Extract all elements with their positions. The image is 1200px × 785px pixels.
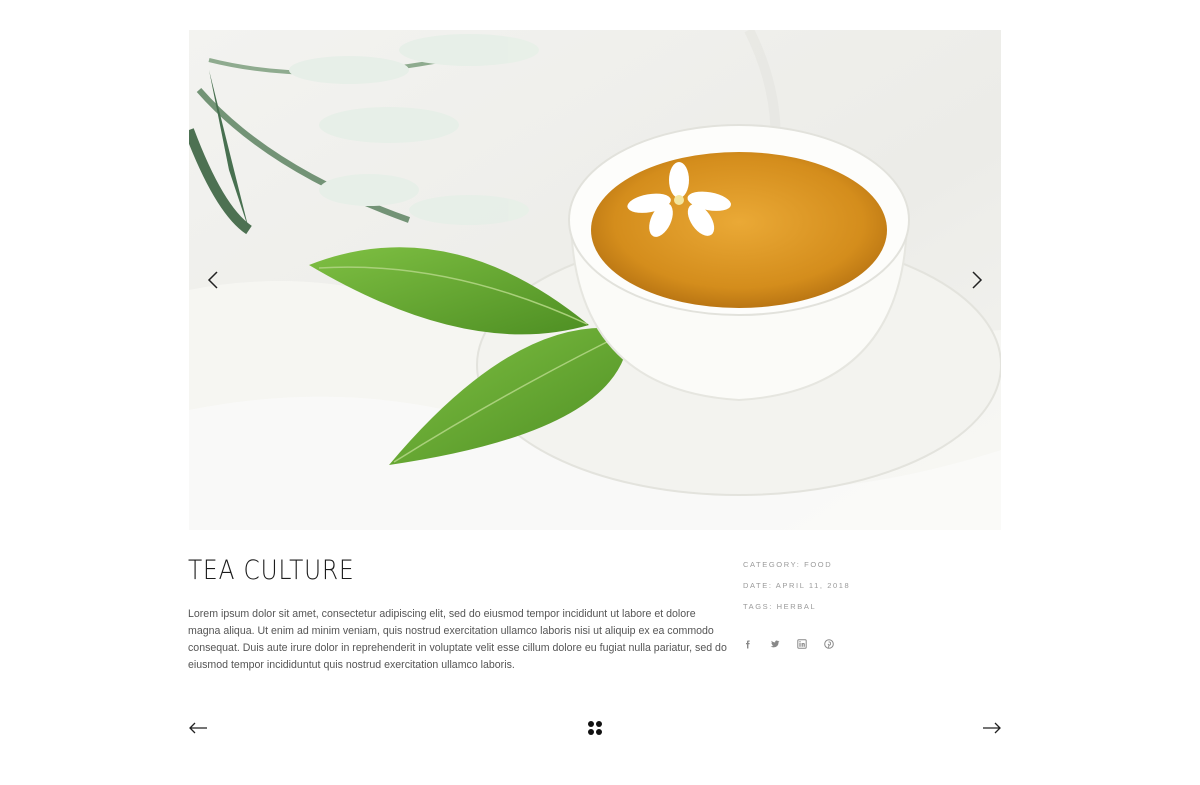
- arrow-right-icon: [983, 722, 1001, 734]
- all-posts-button[interactable]: [585, 718, 605, 738]
- meta-date: DATE: APRIL 11, 2018: [743, 581, 851, 590]
- chevron-right-icon: [972, 271, 983, 289]
- pinterest-icon[interactable]: [821, 637, 836, 650]
- post-excerpt: Lorem ipsum dolor sit amet, consectetur …: [188, 608, 727, 671]
- meta-tags[interactable]: TAGS: HERBAL: [743, 601, 993, 622]
- linkedin-icon[interactable]: [794, 637, 809, 650]
- tea-cup-photo: [189, 30, 1001, 530]
- chevron-left-icon: [207, 271, 218, 289]
- grid-icon: [588, 721, 602, 735]
- prev-post-button[interactable]: [187, 718, 209, 738]
- post-meta: CATEGORY: FOOD DATE: APRIL 11, 2018 TAGS…: [743, 559, 993, 622]
- meta-category[interactable]: CATEGORY: FOOD: [743, 559, 993, 580]
- post-title: TEA CULTURE: [188, 555, 355, 586]
- arrow-left-icon: [189, 722, 207, 734]
- next-post-button[interactable]: [981, 718, 1003, 738]
- social-share: [740, 637, 836, 650]
- image-slider: [189, 30, 1001, 530]
- slider-next-button[interactable]: [963, 266, 991, 294]
- twitter-icon[interactable]: [767, 637, 782, 650]
- slider-prev-button[interactable]: [199, 266, 227, 294]
- facebook-icon[interactable]: [740, 637, 755, 650]
